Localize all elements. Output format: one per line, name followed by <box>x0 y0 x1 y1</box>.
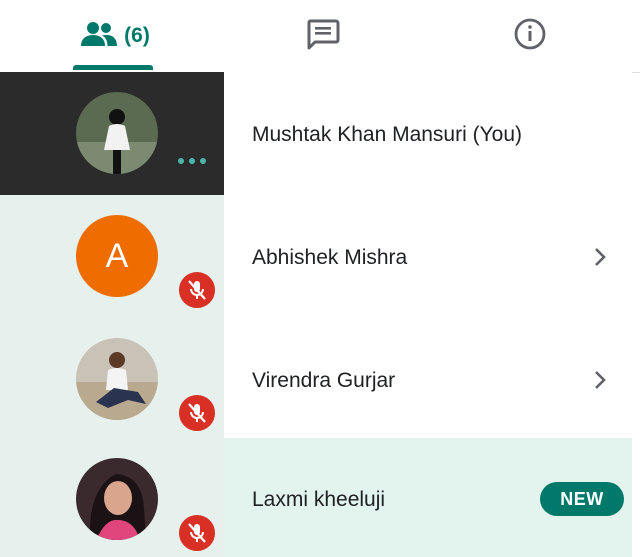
participant-tile <box>0 318 224 442</box>
chevron-right-icon[interactable] <box>590 245 610 269</box>
chevron-right-icon[interactable] <box>590 368 610 392</box>
avatar <box>76 92 158 174</box>
more-options-icon[interactable] <box>178 158 206 164</box>
participant-info: Laxmi kheeluji NEW <box>224 438 632 557</box>
mic-off-icon <box>176 392 218 434</box>
avatar: A <box>76 215 158 297</box>
people-icon <box>80 20 118 53</box>
participant-row[interactable]: Virendra Gurjar <box>0 318 632 442</box>
participant-name: Virendra Gurjar <box>252 369 396 392</box>
mic-off-icon <box>176 269 218 311</box>
info-icon <box>513 17 547 56</box>
new-badge: NEW <box>540 482 624 516</box>
participant-tile <box>0 72 224 195</box>
participant-name: Laxmi kheeluji <box>252 488 386 511</box>
participant-info: Mushtak Khan Mansuri (You) <box>224 72 632 195</box>
avatar-letter: A <box>105 236 129 275</box>
participant-info: Virendra Gurjar <box>224 318 632 442</box>
participant-count: (6) <box>124 24 150 47</box>
active-tab-indicator <box>73 65 153 70</box>
avatar <box>76 338 158 420</box>
tab-chat[interactable] <box>278 0 368 72</box>
tab-info[interactable] <box>485 0 575 72</box>
participant-name: Abhishek Mishra <box>252 246 408 269</box>
avatar <box>76 458 158 540</box>
mic-off-icon <box>176 512 218 554</box>
participant-tile: A <box>0 195 224 319</box>
participant-row[interactable]: A Abhishek Mishra <box>0 195 632 319</box>
tab-people[interactable]: (6) <box>70 0 160 72</box>
participant-row[interactable]: Laxmi kheeluji NEW <box>0 438 632 557</box>
participant-tile <box>0 438 224 557</box>
participant-name: Mushtak Khan Mansuri (You) <box>252 123 523 146</box>
tab-bar: (6) <box>0 0 640 73</box>
participant-row-self[interactable]: Mushtak Khan Mansuri (You) <box>0 72 632 195</box>
participant-info: Abhishek Mishra <box>224 195 632 319</box>
chat-icon <box>306 18 340 55</box>
